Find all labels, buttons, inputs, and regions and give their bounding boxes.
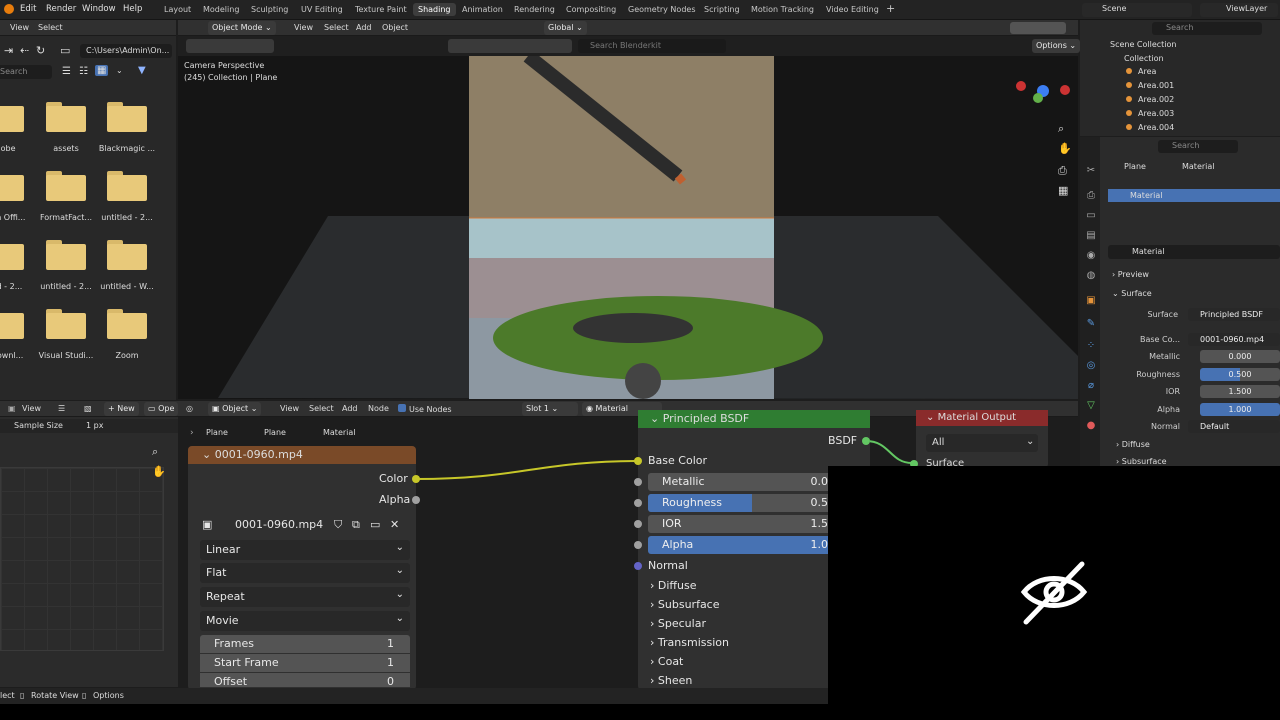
bsdf-ior-value: 1.5 [810, 517, 829, 530]
frames-label: Frames [214, 637, 255, 650]
bsdf-roughness-value: 0.5 [810, 496, 829, 509]
transmission-subpanel-label: Transmission [657, 636, 729, 649]
roughness-socket[interactable] [634, 499, 642, 507]
offset-label: Offset [214, 675, 248, 687]
duplicate-icon[interactable]: ⧉ [352, 518, 360, 532]
source-dropdown[interactable]: Movie ⌄ [200, 611, 410, 631]
image-name: 0001-0960.mp4 [235, 518, 324, 531]
specular-subpanel[interactable]: › Specular [650, 617, 706, 630]
specular-subpanel-label: Specular [657, 617, 706, 630]
mouse-icon: ▯ [20, 691, 25, 700]
normal-socket[interactable] [634, 562, 642, 570]
start-frame-value: 1 [387, 656, 394, 669]
bsdf-metallic-label: Metallic [662, 475, 705, 488]
coat-subpanel-label: Coat [657, 655, 684, 668]
normal-input-label: Normal [648, 559, 688, 572]
metallic-socket[interactable] [634, 478, 642, 486]
eye-hidden-icon [1020, 561, 1088, 625]
mouse-icon: ▯ [82, 691, 87, 700]
bsdf-node-title: ⌄ Principled BSDF [650, 412, 750, 425]
image-datablock-row[interactable]: ▣ 0001-0960.mp4 ⛉ ⧉ ▭ ✕ [200, 516, 410, 536]
bsdf-alpha-label: Alpha [662, 538, 694, 551]
bsdf-roughness-field[interactable]: Roughness 0.5 [648, 494, 838, 512]
interpolation-value: Linear [206, 543, 241, 556]
output-node-title: ⌄ Material Output [926, 412, 1017, 423]
bsdf-output-socket[interactable] [862, 437, 870, 445]
frames-value: 1 [387, 637, 394, 650]
close-icon[interactable]: ✕ [390, 518, 399, 531]
offset-value: 0 [387, 675, 394, 687]
fake-user-icon[interactable]: ⛉ [334, 518, 342, 532]
alpha-output-socket[interactable] [412, 496, 420, 504]
frames-field[interactable]: Frames 1 [200, 635, 410, 653]
image-node-header[interactable]: ⌄ 0001-0960.mp4 [188, 446, 416, 464]
output-target-value: All [932, 437, 945, 448]
base-color-socket[interactable] [634, 457, 642, 465]
subsurface-subpanel-label: Subsurface [657, 598, 720, 611]
color-output-socket[interactable] [412, 475, 420, 483]
diffuse-subpanel-label: Diffuse [657, 579, 697, 592]
output-alpha-label: Alpha [379, 493, 411, 506]
chevron-down-icon: ⌄ [395, 565, 404, 576]
chevron-down-icon: ⌄ [395, 613, 404, 624]
sheen-subpanel-label: Sheen [657, 674, 693, 687]
status-options: Options [93, 691, 124, 700]
status-select: lect [0, 691, 15, 700]
bottom-strip [0, 704, 828, 720]
sheen-subpanel[interactable]: › Sheen [650, 674, 692, 687]
subsurface-subpanel[interactable]: › Subsurface [650, 598, 720, 611]
extension-value: Repeat [206, 590, 245, 603]
image-node-title-text: 0001-0960.mp4 [214, 448, 303, 461]
chevron-down-icon: ⌄ [395, 542, 404, 553]
offset-field[interactable]: Offset 0 [200, 673, 410, 687]
source-value: Movie [206, 614, 239, 627]
diffuse-subpanel[interactable]: › Diffuse [650, 579, 696, 592]
output-color-label: Color [379, 472, 408, 485]
chevron-down-icon: ⌄ [1026, 436, 1035, 447]
transmission-subpanel[interactable]: › Transmission [650, 636, 729, 649]
image-node-title: ⌄ 0001-0960.mp4 [202, 448, 303, 461]
image-icon[interactable]: ▣ [202, 518, 212, 531]
folder-open-icon[interactable]: ▭ [370, 518, 380, 531]
base-color-input-label: Base Color [648, 454, 708, 467]
bsdf-alpha-value: 1.0 [810, 538, 829, 551]
chevron-down-icon: ⌄ [395, 589, 404, 600]
bsdf-alpha-field[interactable]: Alpha 1.0 [648, 536, 838, 554]
bsdf-output-label: BSDF [828, 434, 858, 447]
projection-dropdown[interactable]: Flat ⌄ [200, 563, 410, 583]
bsdf-roughness-label: Roughness [662, 496, 723, 509]
status-bar: lect ▯ Rotate View ▯ Options [0, 688, 828, 704]
output-node-header[interactable]: ⌄ Material Output [916, 410, 1048, 426]
bsdf-ior-field[interactable]: IOR 1.5 [648, 515, 838, 533]
bsdf-ior-label: IOR [662, 517, 682, 530]
projection-value: Flat [206, 566, 227, 579]
output-target-dropdown[interactable]: All ⌄ [926, 434, 1038, 452]
bsdf-metallic-value: 0.0 [810, 475, 829, 488]
coat-subpanel[interactable]: › Coat [650, 655, 683, 668]
start-frame-field[interactable]: Start Frame 1 [200, 654, 410, 672]
ior-socket[interactable] [634, 520, 642, 528]
alpha-socket[interactable] [634, 541, 642, 549]
bsdf-node-header[interactable]: ⌄ Principled BSDF [638, 410, 870, 428]
status-rotate-view: Rotate View [31, 691, 79, 700]
material-output-node[interactable]: ⌄ Material Output All ⌄ Surface [916, 410, 1048, 468]
bsdf-metallic-field[interactable]: Metallic 0.0 [648, 473, 838, 491]
interpolation-dropdown[interactable]: Linear ⌄ [200, 540, 410, 560]
extension-dropdown[interactable]: Repeat ⌄ [200, 587, 410, 607]
start-frame-label: Start Frame [214, 656, 279, 669]
output-node-title-text: Material Output [937, 412, 1017, 423]
bsdf-node-title-text: Principled BSDF [662, 412, 750, 425]
